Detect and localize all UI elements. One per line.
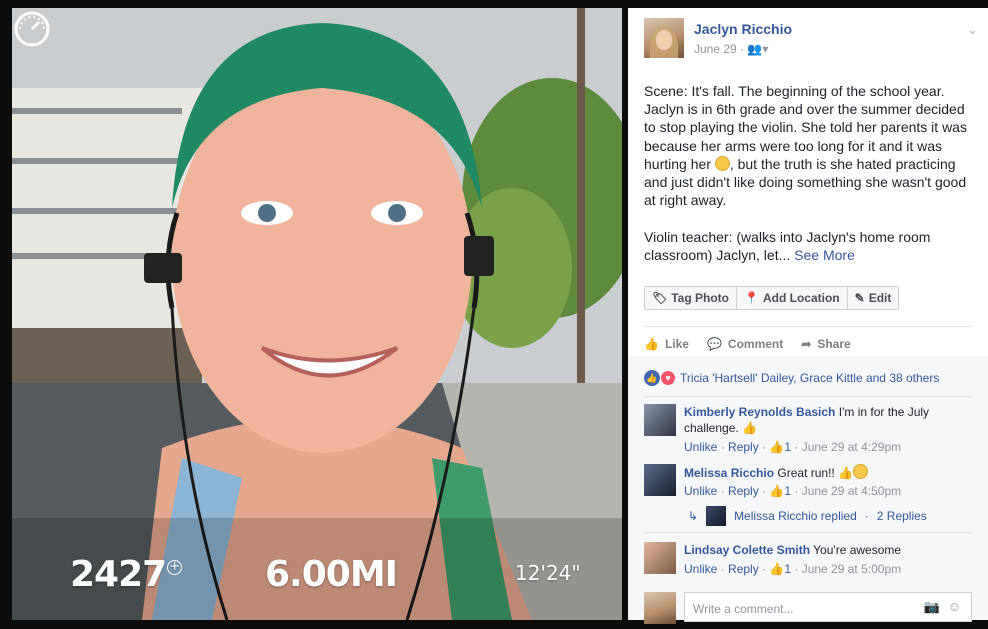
post-panel: Jaclyn Ricchio June 29 · 👥▾ ⌄ Scene: It'…	[628, 8, 988, 624]
edit-label: Edit	[868, 291, 892, 305]
reply-link[interactable]: Reply	[728, 484, 759, 498]
post-date[interactable]: June 29	[694, 42, 737, 56]
like-count-icon: 👍	[769, 440, 785, 454]
thumbs-up-emoji-icon: 👍	[838, 466, 854, 480]
commenter-avatar[interactable]	[644, 464, 676, 496]
post-photo[interactable]: 2427 + 6.00MI 12'24"	[12, 8, 622, 620]
selfie-image	[12, 8, 622, 620]
post-meta: June 29 · 👥▾	[694, 42, 769, 56]
comment-meta: Unlike · Reply · 👍1 · June 29 at 5:00pm	[684, 562, 902, 576]
commenter-name[interactable]: Melissa Ricchio	[684, 466, 774, 480]
reactions-text: Tricia 'Hartsell' Dailey, Grace Kittle a…	[680, 371, 940, 385]
thumbs-up-icon: 👍	[644, 337, 659, 351]
location-pin-icon: 📍	[744, 291, 759, 305]
write-comment-row: Write a comment... 📷 ☺	[644, 592, 974, 624]
plus-circle-icon: +	[167, 560, 183, 575]
comment-text: Lindsay Colette Smith You're awesome	[684, 542, 974, 558]
friends-icon[interactable]: 👥▾	[747, 42, 768, 56]
post-header: Jaclyn Ricchio June 29 · 👥▾ ⌄	[644, 18, 978, 58]
comment-label: Comment	[727, 337, 784, 351]
calories-value: 2427	[70, 554, 167, 595]
commenter-name[interactable]: Lindsay Colette Smith	[684, 543, 810, 557]
like-reaction-icon: 👍	[644, 370, 660, 386]
pencil-icon: ✎	[854, 291, 865, 305]
unlike-link[interactable]: Unlike	[684, 440, 717, 454]
chevron-down-icon[interactable]: ⌄	[967, 22, 978, 38]
comment-text: Melissa Ricchio Great run!! 👍	[684, 464, 974, 481]
author-name[interactable]: Jaclyn Ricchio	[694, 21, 792, 37]
comment-time[interactable]: June 29 at 5:00pm	[802, 562, 901, 576]
stopwatch-icon	[14, 11, 50, 47]
comment-time[interactable]: June 29 at 4:50pm	[802, 484, 901, 498]
edit-button[interactable]: ✎ Edit	[848, 287, 899, 309]
share-label: Share	[817, 337, 851, 351]
share-icon: ➦	[801, 337, 812, 351]
post-text: Scene: It's fall. The beginning of the s…	[644, 82, 976, 264]
share-button[interactable]: ➦ Share	[801, 334, 850, 354]
comment-placeholder: Write a comment...	[693, 602, 794, 616]
comment-icon: 💬	[706, 337, 722, 351]
reply-arrow-icon: ↳	[688, 509, 699, 523]
divider	[644, 532, 972, 533]
commenter-name[interactable]: Kimberly Reynolds Basich	[684, 405, 835, 419]
kiss-emoji-icon	[853, 464, 869, 479]
like-count[interactable]: 1	[784, 440, 791, 454]
comment-button[interactable]: 💬 Comment	[707, 334, 783, 354]
tag-photo-label: Tag Photo	[671, 291, 730, 305]
tag-photo-button[interactable]: 🏷 Tag Photo	[645, 287, 738, 309]
add-location-label: Add Location	[762, 291, 840, 305]
pace-stat: 12'24"	[515, 561, 581, 585]
love-reaction-icon: ♥	[660, 370, 676, 386]
divider	[644, 326, 972, 327]
like-count-icon: 👍	[769, 562, 785, 576]
add-location-button[interactable]: 📍 Add Location	[737, 287, 848, 309]
comment-input[interactable]: Write a comment... 📷 ☺	[684, 592, 972, 622]
like-label: Like	[664, 337, 689, 351]
camera-icon[interactable]: 📷	[924, 599, 940, 615]
smiley-icon[interactable]: ☺	[948, 599, 961, 615]
comment-meta: Unlike · Reply · 👍1 · June 29 at 4:29pm	[684, 440, 902, 454]
reply-link[interactable]: Reply	[728, 440, 759, 454]
distance-stat: 6.00MI	[265, 554, 398, 595]
commenter-avatar[interactable]	[644, 404, 676, 436]
photo-actions: 🏷 Tag Photo 📍 Add Location ✎ Edit	[644, 286, 900, 310]
replied-text: Melissa Ricchio replied	[734, 509, 857, 523]
thumbs-up-outline-icon: 👍	[742, 421, 758, 435]
comment-text: Kimberly Reynolds Basich I'm in for the …	[684, 404, 974, 436]
author-avatar[interactable]	[644, 18, 684, 58]
tag-icon: 🏷	[652, 291, 668, 305]
divider	[644, 396, 972, 397]
unlike-link[interactable]: Unlike	[684, 484, 717, 498]
replies-count: 2 Replies	[876, 509, 927, 523]
current-user-avatar	[644, 592, 676, 624]
reactions-summary[interactable]: 👍 ♥ Tricia 'Hartsell' Dailey, Grace Kitt…	[644, 370, 939, 386]
like-count[interactable]: 1	[784, 562, 791, 576]
like-button[interactable]: 👍 Like	[644, 334, 689, 354]
commenter-avatar[interactable]	[644, 542, 676, 574]
calories-stat: 2427 +	[70, 554, 183, 595]
like-count-icon: 👍	[769, 484, 785, 498]
unlike-link[interactable]: Unlike	[684, 562, 717, 576]
photo-viewer: 2427 + 6.00MI 12'24" Jaclyn Ricchio June …	[0, 0, 988, 629]
see-more-link[interactable]: See More	[794, 247, 855, 263]
comment-body: Great run!!	[777, 466, 835, 480]
replies-link[interactable]: ↳ Melissa Ricchio replied · 2 Replies	[688, 506, 927, 526]
replier-avatar	[706, 506, 727, 526]
comments-section: 👍 ♥ Tricia 'Hartsell' Dailey, Grace Kitt…	[628, 356, 988, 624]
comment-time[interactable]: June 29 at 4:29pm	[802, 440, 901, 454]
grimace-emoji-icon	[714, 155, 730, 171]
feedback-bar: 👍 Like 💬 Comment ➦ Share	[644, 334, 851, 354]
reply-link[interactable]: Reply	[728, 562, 759, 576]
comment-body: You're awesome	[813, 543, 902, 557]
comment-meta: Unlike · Reply · 👍1 · June 29 at 4:50pm	[684, 484, 902, 498]
like-count[interactable]: 1	[784, 484, 791, 498]
